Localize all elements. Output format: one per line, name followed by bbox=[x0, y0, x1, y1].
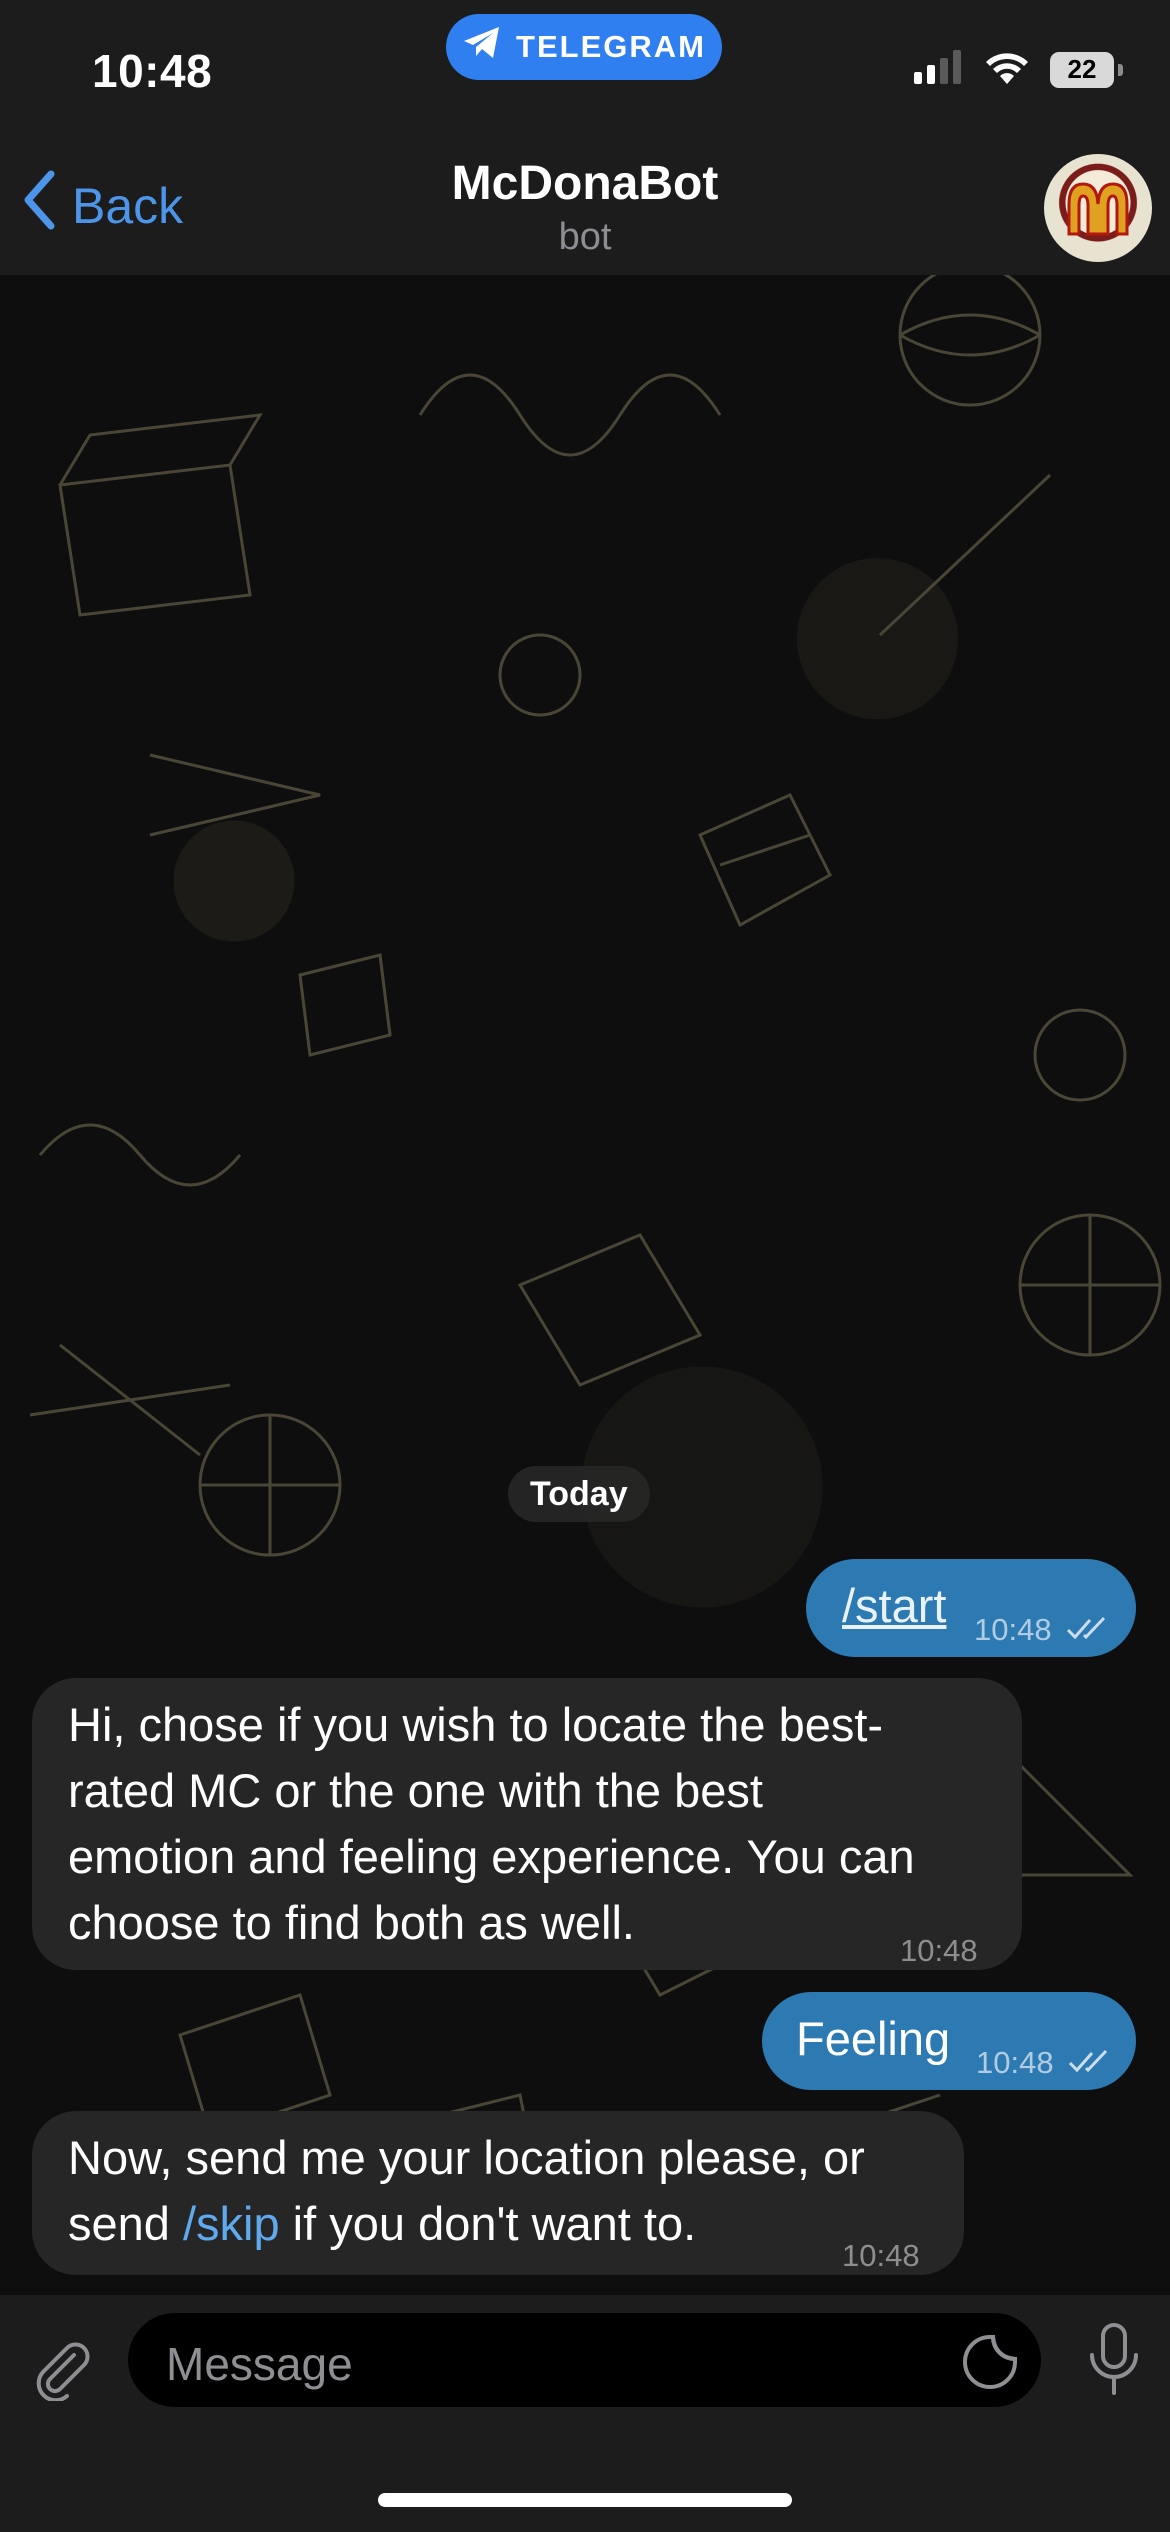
message-line: emotion and feeling experience. You can bbox=[68, 1830, 915, 1883]
message-line: Now, send me your location please, or bbox=[68, 2131, 865, 2184]
message-meta: 10:48 bbox=[974, 1597, 1110, 1665]
microphone-icon bbox=[1090, 2323, 1138, 2395]
telegram-plane-icon bbox=[462, 25, 502, 69]
message-composer: Message bbox=[0, 2295, 1170, 2532]
date-separator: Today bbox=[508, 1466, 650, 1522]
battery-icon: 22 bbox=[1050, 51, 1123, 88]
message-text-segment: if you don't want to. bbox=[279, 2197, 697, 2250]
message-line: Hi, chose if you wish to locate the best… bbox=[68, 1698, 884, 1751]
incoming-message[interactable]: Now, send me your location please, or se… bbox=[32, 2111, 964, 2275]
home-indicator[interactable] bbox=[378, 2493, 792, 2507]
message-time: 10:48 bbox=[974, 1612, 1052, 1647]
message-text: Hi, chose if you wish to locate the best… bbox=[68, 1692, 915, 1956]
sticker-button[interactable] bbox=[961, 2333, 1019, 2396]
attach-button[interactable] bbox=[30, 2337, 94, 2406]
message-time: 10:48 bbox=[976, 2045, 1054, 2080]
message-line: send /skip if you don't want to. bbox=[68, 2191, 865, 2257]
skip-command-link[interactable]: /skip bbox=[183, 2197, 280, 2250]
chat-area[interactable]: Today /start 10:48 Hi, chose if you wish… bbox=[0, 275, 1170, 2295]
message-time: 10:48 bbox=[842, 2238, 920, 2273]
paperclip-icon bbox=[36, 2342, 90, 2403]
signal-icon bbox=[914, 50, 964, 89]
chat-subtitle: bot bbox=[558, 216, 612, 258]
message-input[interactable]: Message bbox=[128, 2313, 1041, 2407]
chat-title[interactable]: McDonaBot bbox=[0, 156, 1170, 211]
clock: 10:48 bbox=[92, 45, 213, 97]
status-bar: 10:48 TELEGRAM 22 bbox=[0, 0, 1170, 140]
app-pill-label: TELEGRAM bbox=[516, 29, 706, 64]
wifi-icon bbox=[984, 50, 1030, 89]
message-meta: 10:48 bbox=[976, 2030, 1112, 2098]
chat-header: Back McDonaBot bot bbox=[0, 140, 1170, 275]
mcdonalds-logo-icon bbox=[1067, 182, 1129, 236]
voice-record-button[interactable] bbox=[1088, 2323, 1140, 2402]
message-line: rated MC or the one with the best bbox=[68, 1764, 763, 1817]
message-text: Feeling bbox=[796, 2012, 951, 2065]
message-time: 10:48 bbox=[900, 1933, 978, 1968]
double-check-icon bbox=[1066, 1599, 1110, 1665]
message-text[interactable]: /start bbox=[842, 1573, 946, 1639]
system-icons: 22 bbox=[914, 50, 1123, 89]
telegram-app-pill[interactable]: TELEGRAM bbox=[446, 14, 722, 80]
message-text-segment: send bbox=[68, 2197, 183, 2250]
message-placeholder: Message bbox=[166, 2338, 353, 2390]
outgoing-message[interactable]: /start 10:48 bbox=[806, 1559, 1136, 1657]
incoming-message[interactable]: Hi, chose if you wish to locate the best… bbox=[32, 1678, 1022, 1970]
message-line: choose to find both as well. bbox=[68, 1896, 635, 1949]
outgoing-message[interactable]: Feeling 10:48 bbox=[762, 1992, 1136, 2090]
bot-avatar[interactable] bbox=[1044, 154, 1152, 262]
double-check-icon bbox=[1068, 2032, 1112, 2098]
message-text: Now, send me your location please, or se… bbox=[68, 2125, 865, 2257]
sticker-icon bbox=[963, 2335, 1017, 2389]
